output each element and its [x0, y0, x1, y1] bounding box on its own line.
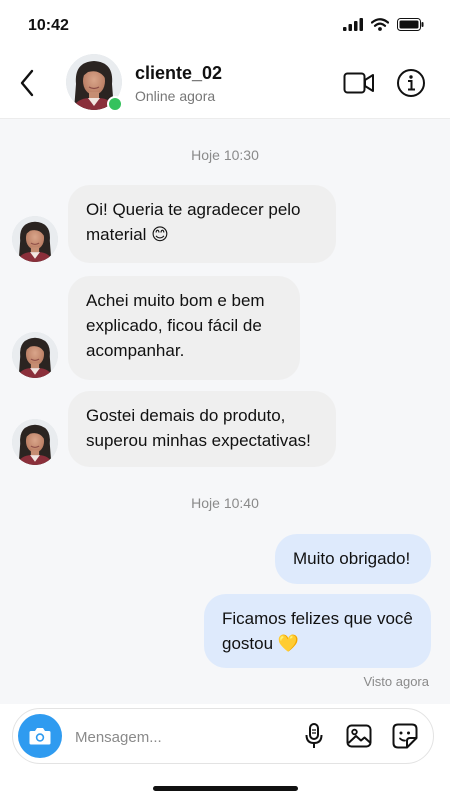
video-camera-icon: [343, 72, 374, 94]
back-button[interactable]: [14, 66, 40, 100]
incoming-message[interactable]: Gostei demais do produto, superou minhas…: [68, 391, 336, 467]
wifi-icon: [371, 18, 389, 31]
sender-avatar[interactable]: [12, 216, 58, 262]
incoming-message[interactable]: Oi! Queria te agradecer pelo material 😊: [68, 185, 336, 263]
microphone-button[interactable]: [300, 722, 328, 750]
sticker-button[interactable]: [391, 722, 419, 750]
outgoing-message[interactable]: Ficamos felizes que você gostou 💛: [204, 594, 431, 668]
image-icon: [346, 724, 372, 748]
home-indicator[interactable]: [153, 786, 298, 791]
sticker-icon: [392, 723, 418, 749]
timestamp-divider: Hoje 10:30: [191, 147, 259, 163]
message-input[interactable]: [73, 723, 287, 751]
status-bar: 10:42: [0, 0, 450, 46]
video-call-button[interactable]: [343, 68, 375, 98]
message-thread[interactable]: Hoje 10:30 Oi! Queria te agradecer pelo …: [0, 119, 450, 704]
info-icon: [397, 69, 425, 97]
gallery-button[interactable]: [345, 722, 373, 750]
online-indicator: [107, 96, 123, 112]
contact-name[interactable]: cliente_02: [135, 63, 222, 84]
info-button[interactable]: [396, 68, 426, 98]
incoming-message[interactable]: Achei muito bom e bem explicado, ficou f…: [68, 276, 300, 380]
signal-icon: [343, 18, 363, 31]
sender-avatar[interactable]: [12, 419, 58, 465]
camera-button[interactable]: [18, 714, 62, 758]
chat-header: cliente_02 Online agora: [0, 46, 450, 119]
status-time: 10:42: [28, 17, 69, 34]
seen-receipt: Visto agora: [363, 674, 429, 689]
timestamp-divider: Hoje 10:40: [191, 495, 259, 511]
sender-avatar[interactable]: [12, 332, 58, 378]
outgoing-message[interactable]: Muito obrigado!: [275, 534, 431, 584]
microphone-icon: [305, 723, 323, 748]
contact-status: Online agora: [135, 88, 216, 104]
message-composer: [12, 708, 434, 764]
battery-icon: [397, 18, 424, 31]
camera-icon: [29, 728, 51, 745]
back-arrow-icon: [20, 69, 34, 97]
status-icons: [343, 18, 424, 31]
